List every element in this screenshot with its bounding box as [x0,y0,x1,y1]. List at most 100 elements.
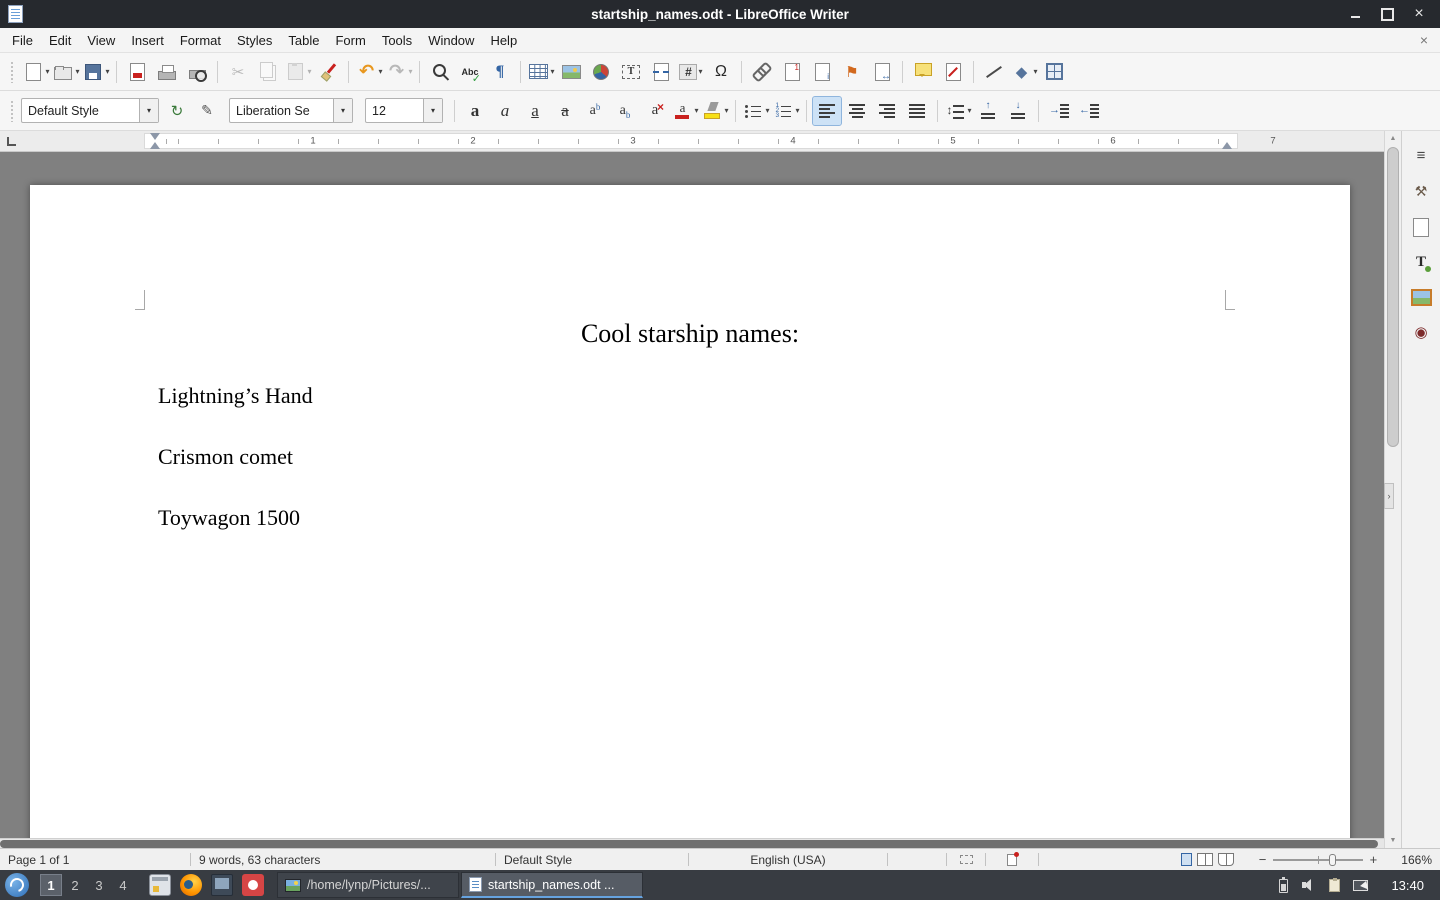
font-name-combo[interactable]: Liberation Se ▾ [229,98,353,123]
workspace-3-button[interactable]: 3 [88,874,110,896]
horizontal-ruler[interactable]: 1234567 [0,131,1384,152]
unordered-list-button[interactable]: ▾ [742,97,770,125]
page-tab-button[interactable] [1406,212,1436,242]
document-modified-indicator[interactable] [986,849,1038,870]
vertical-scrollbar-thumb[interactable] [1387,147,1399,447]
dropdown-arrow-icon[interactable]: ▾ [724,106,728,115]
basic-shapes-button[interactable]: ◆▾ [1010,58,1038,86]
font-name-dropdown-icon[interactable]: ▾ [333,99,352,122]
menu-styles[interactable]: Styles [229,30,280,51]
cut-button[interactable]: ✂ [224,58,252,86]
dropdown-arrow-icon[interactable]: ▾ [75,67,79,76]
clear-formatting-button[interactable] [641,97,669,125]
vertical-scrollbar[interactable]: ▲ › ▼ [1384,131,1401,848]
taskbar-window-2[interactable]: startship_names.odt ... [461,872,643,898]
paragraph-text[interactable]: Toywagon 1500 [158,487,313,548]
media-launcher-icon[interactable] [242,874,264,896]
document-area[interactable]: Cool starship names: Lightning’s HandCri… [0,152,1384,848]
workspace-1-button[interactable]: 1 [40,874,62,896]
italic-button[interactable]: a [491,97,519,125]
clock[interactable]: 13:40 [1381,878,1434,893]
dropdown-arrow-icon[interactable]: ▾ [795,106,799,115]
paragraph-style-dropdown-icon[interactable]: ▾ [139,99,158,122]
paragraph-text[interactable]: Crismon comet [158,426,313,487]
font-color-button[interactable]: ▾ [671,97,699,125]
bold-button[interactable]: a [461,97,489,125]
firefox-launcher-icon[interactable] [180,874,202,896]
dropdown-arrow-icon[interactable]: ▾ [550,67,554,76]
menu-table[interactable]: Table [280,30,327,51]
insert-cross-reference-button[interactable] [868,58,896,86]
align-right-button[interactable] [873,97,901,125]
highlight-color-button[interactable]: ▾ [701,97,729,125]
paste-button[interactable]: ▾ [284,58,312,86]
paragraph-style-combo[interactable]: Default Style ▾ [21,98,159,123]
left-indent-marker[interactable] [150,142,160,149]
taskbar-window-1[interactable]: /home/lynp/Pictures/... [277,872,459,898]
zoom-slider[interactable]: − + [1248,849,1388,870]
workspace-2-button[interactable]: 2 [64,874,86,896]
editor-launcher-icon[interactable] [149,874,171,896]
menu-help[interactable]: Help [482,30,525,51]
insert-image-button[interactable] [557,58,585,86]
font-size-combo[interactable]: 12 ▾ [365,98,443,123]
document-page[interactable]: Cool starship names: Lightning’s HandCri… [30,185,1350,848]
tab-stop-selector-icon[interactable] [7,137,16,146]
multi-page-view-icon[interactable] [1197,853,1213,866]
strikethrough-button[interactable]: a [551,97,579,125]
update-style-button[interactable]: ↻ [163,97,191,125]
menu-file[interactable]: File [4,30,41,51]
single-page-view-icon[interactable] [1181,853,1192,866]
sidebar-settings-button[interactable]: ≡ [1406,140,1436,170]
new-document-button[interactable]: ▾ [22,58,50,86]
copy-button[interactable] [254,58,282,86]
insert-bookmark-button[interactable]: ⚑ [838,58,866,86]
insert-special-character-button[interactable]: Ω [707,58,735,86]
zoom-percent[interactable]: 166% [1388,849,1440,870]
network-icon[interactable] [1353,880,1368,891]
scroll-down-icon[interactable]: ▼ [1385,837,1401,844]
zoom-thumb[interactable] [1329,854,1336,866]
find-replace-button[interactable] [426,58,454,86]
justify-button[interactable] [903,97,931,125]
insert-endnote-button[interactable] [808,58,836,86]
dropdown-arrow-icon[interactable]: ▾ [698,67,702,76]
restore-icon[interactable] [1380,7,1394,21]
horizontal-scrollbar-thumb[interactable] [0,840,1378,848]
insert-page-break-button[interactable] [647,58,675,86]
decrease-paragraph-spacing-button[interactable] [1004,97,1032,125]
close-icon[interactable]: × [1412,7,1426,21]
track-changes-button[interactable] [939,58,967,86]
dropdown-arrow-icon[interactable]: ▾ [765,106,769,115]
insert-footnote-button[interactable] [778,58,806,86]
insert-chart-button[interactable] [587,58,615,86]
save-button[interactable]: ▾ [82,58,110,86]
open-file-button[interactable]: ▾ [52,58,80,86]
page-style-status[interactable]: Default Style [496,849,688,870]
undo-button[interactable]: ↶▾ [355,58,383,86]
dropdown-arrow-icon[interactable]: ▾ [378,67,382,76]
show-draw-functions-button[interactable] [1040,58,1068,86]
subscript-button[interactable] [611,97,639,125]
font-size-dropdown-icon[interactable]: ▾ [423,99,442,122]
paragraph-text[interactable]: Lightning’s Hand [158,365,313,426]
print-preview-button[interactable] [183,58,211,86]
insert-hyperlink-button[interactable] [748,58,776,86]
sidebar-collapse-handle[interactable]: › [1384,483,1394,509]
insert-mode-indicator[interactable] [888,849,946,870]
align-left-button[interactable] [813,97,841,125]
clipboard-tray-icon[interactable] [1329,879,1340,892]
horizontal-scrollbar[interactable] [0,838,1384,848]
first-line-indent-marker[interactable] [150,133,160,140]
clone-formatting-button[interactable] [314,58,342,86]
terminal-launcher-icon[interactable] [211,874,233,896]
insert-comment-button[interactable] [909,58,937,86]
menu-tools[interactable]: Tools [374,30,420,51]
toolbar-grip[interactable] [10,100,15,122]
formatting-marks-button[interactable]: ¶ [486,58,514,86]
menu-view[interactable]: View [79,30,123,51]
menu-window[interactable]: Window [420,30,482,51]
workspace-4-button[interactable]: 4 [112,874,134,896]
increase-indent-button[interactable] [1045,97,1073,125]
dropdown-arrow-icon[interactable]: ▾ [408,67,412,76]
